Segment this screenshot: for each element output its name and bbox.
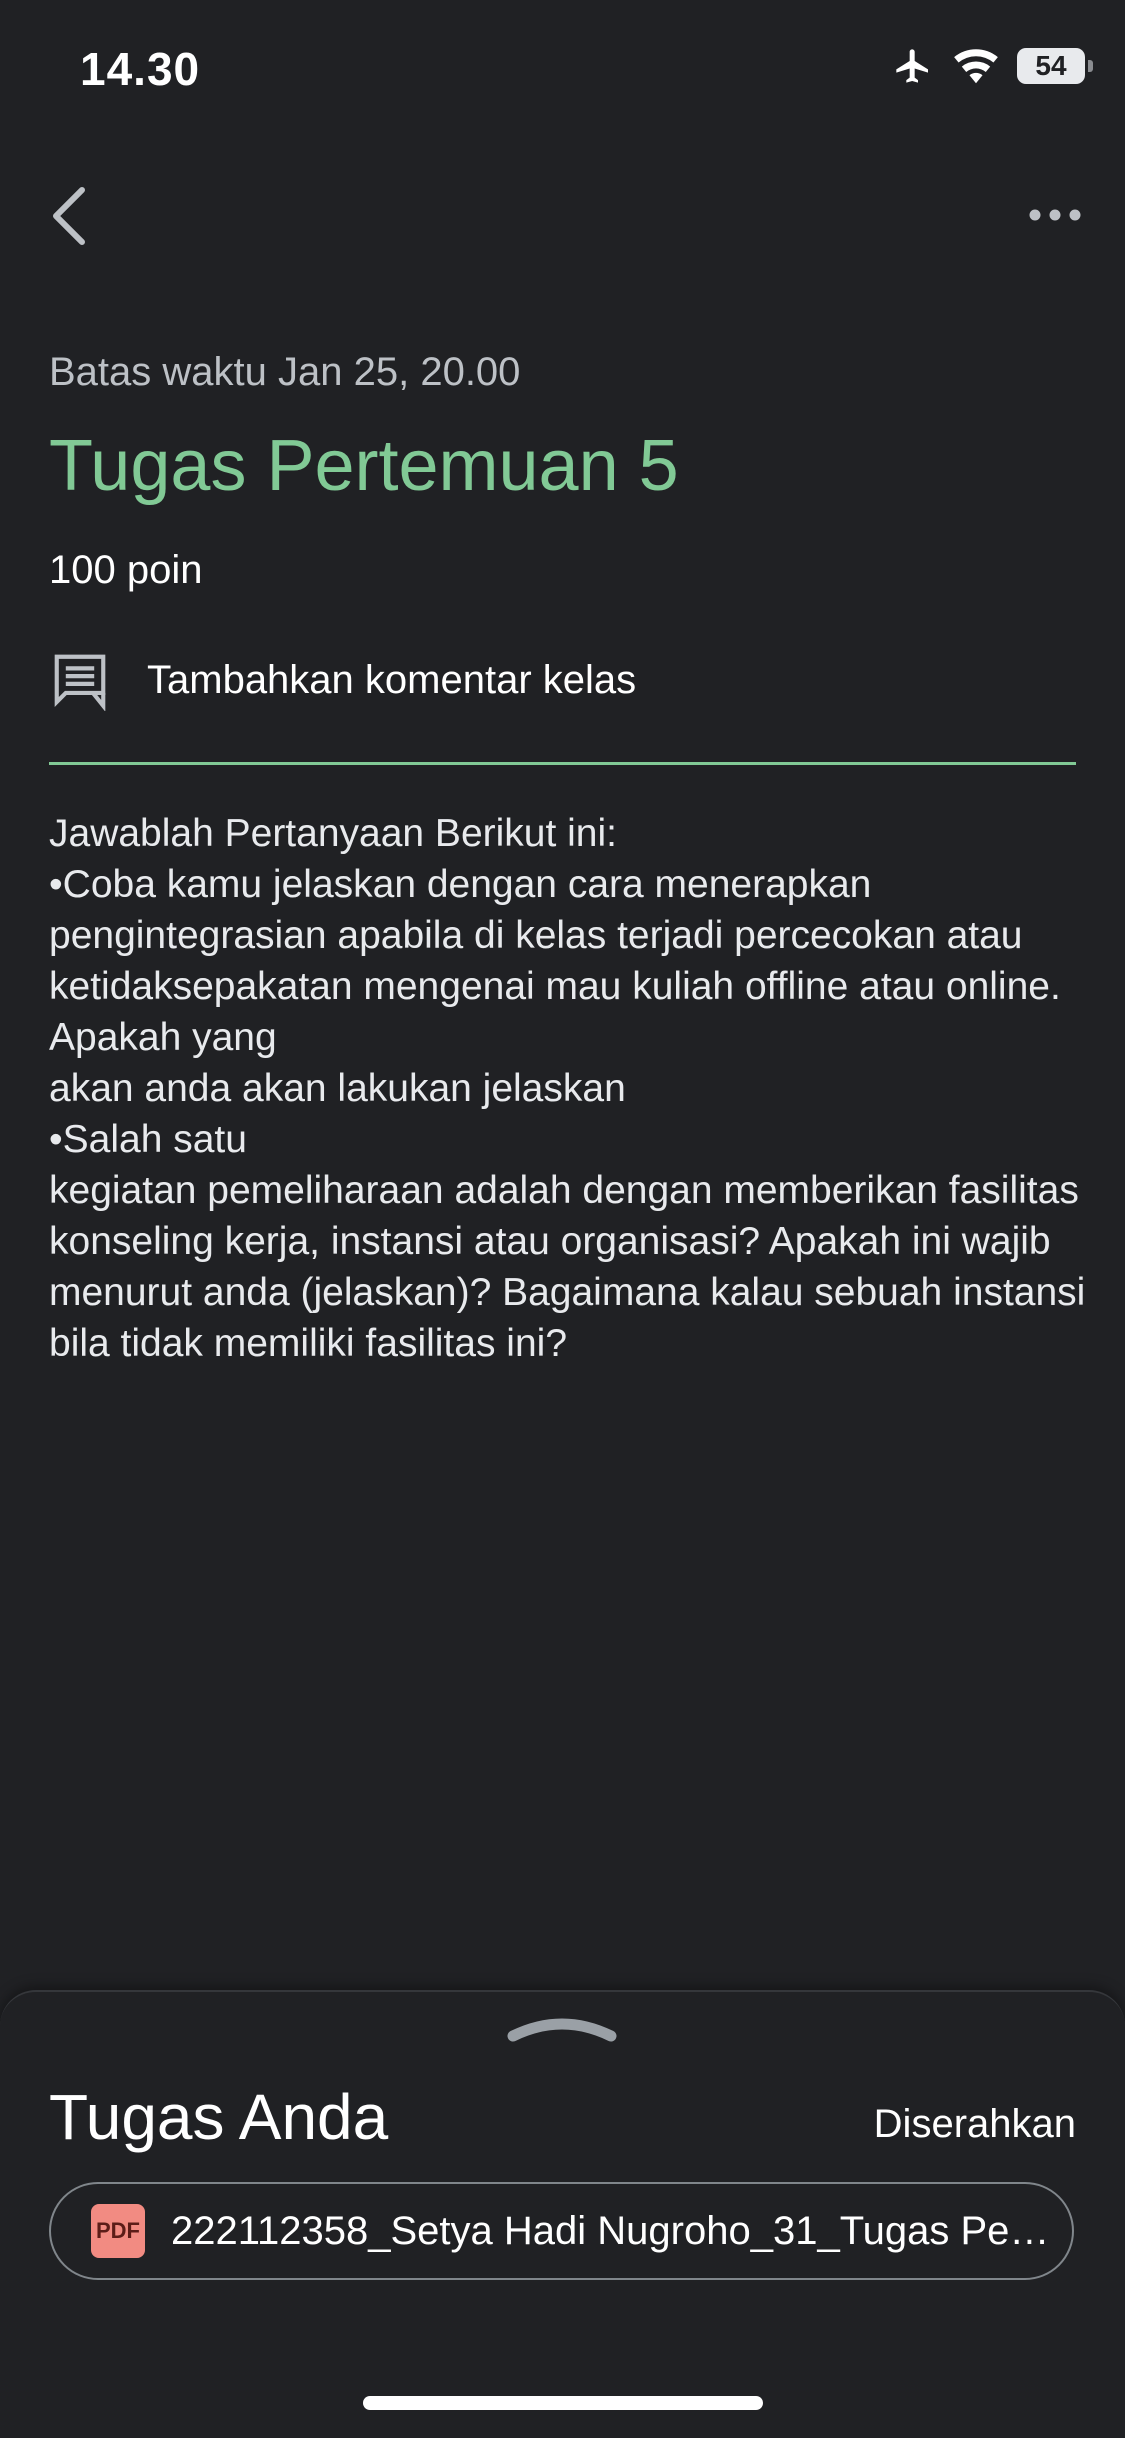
attachment-name: 222112358_Setya Hadi Nugroho_31_Tugas Pe… (171, 2208, 1051, 2253)
assignment-description: Jawablah Pertanyaan Berikut ini: •Coba k… (49, 812, 1086, 1365)
status-time: 14.30 (80, 43, 201, 95)
back-button[interactable] (36, 176, 100, 256)
due-date: Batas waktu Jan 25, 20.00 (49, 350, 521, 394)
wifi-icon (953, 48, 999, 84)
your-work-sheet[interactable]: Tugas Anda Diserahkan PDF 222112358_Sety… (0, 1990, 1125, 2438)
divider (49, 762, 1076, 765)
battery-nub (1088, 60, 1093, 72)
your-work-title: Tugas Anda (49, 2081, 389, 2153)
assignment-title: Tugas Pertemuan 5 (49, 426, 679, 506)
battery-level: 54 (1035, 50, 1067, 81)
pdf-file-icon: PDF (91, 2204, 145, 2258)
more-horizontal-icon (1029, 209, 1081, 221)
chevron-up-icon (507, 2018, 617, 2042)
chevron-left-icon (53, 187, 85, 245)
add-class-comment-button[interactable]: Tambahkan komentar kelas (49, 640, 636, 720)
submission-status: Diserahkan (873, 2102, 1076, 2146)
attachment-chip[interactable]: PDF 222112358_Setya Hadi Nugroho_31_Tuga… (49, 2182, 1074, 2280)
sheet-expand-handle[interactable] (505, 2010, 619, 2046)
more-options-button[interactable] (1015, 190, 1095, 240)
home-indicator (363, 2396, 763, 2410)
status-bar: 14.30 54 (0, 0, 1125, 140)
status-icons: 54 (891, 46, 1093, 86)
battery-icon: 54 (1017, 48, 1093, 84)
comment-icon (49, 647, 115, 713)
comment-label: Tambahkan komentar kelas (147, 657, 637, 702)
airplane-icon (891, 46, 935, 86)
points: 100 poin (49, 548, 203, 592)
